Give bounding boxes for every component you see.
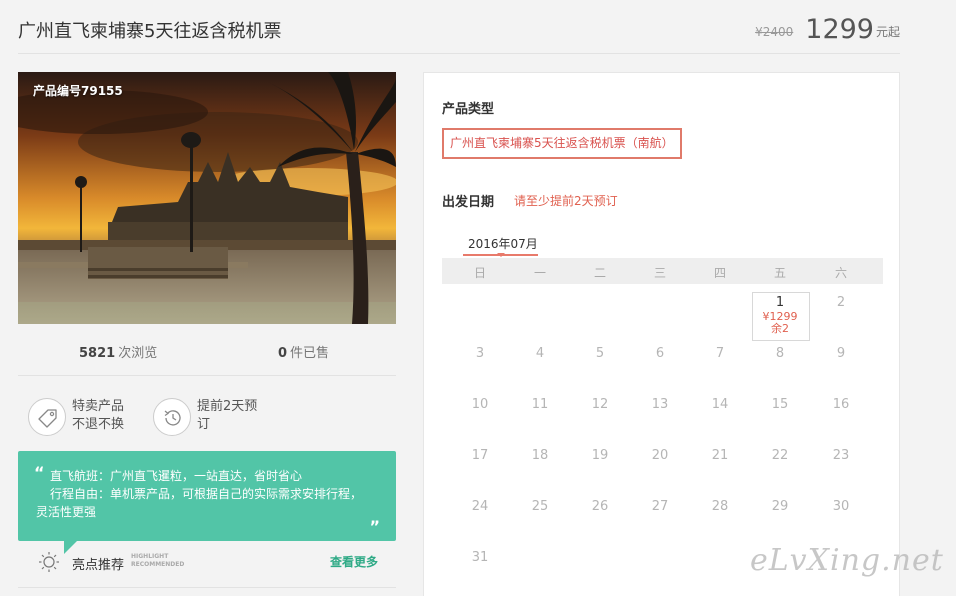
- calendar-day[interactable]: 21: [690, 448, 750, 463]
- weekday-mon: 一: [533, 266, 546, 280]
- views-label: 次浏览: [118, 346, 158, 361]
- highlight-quote-card: “ 直飞航班：广州直飞暹粒，一站直达，省时省心 行程自由：单机票产品，可根据自己…: [18, 451, 396, 541]
- calendar-day[interactable]: 10: [450, 397, 510, 412]
- calendar-day[interactable]: 18: [510, 448, 570, 463]
- close-quote-icon: ”: [369, 517, 380, 536]
- calendar-day[interactable]: 6: [630, 346, 690, 361]
- calendar-day[interactable]: 19: [570, 448, 630, 463]
- calendar-day[interactable]: 13: [630, 397, 690, 412]
- calendar-day[interactable]: 24: [450, 499, 510, 514]
- page-header: 广州直飞柬埔寨5天往返含税机票 ¥2400 1299 元起: [18, 0, 900, 54]
- view-more-link[interactable]: 查看更多: [330, 553, 378, 570]
- calendar-day[interactable]: 14: [690, 397, 750, 412]
- sold-stat: 0 件已售: [278, 342, 329, 361]
- weekday-fri: 五: [773, 266, 786, 280]
- product-type-label: 产品类型: [442, 102, 495, 117]
- weekday-sun: 日: [473, 266, 486, 280]
- feature-text: 提前2天预 订: [197, 398, 287, 434]
- calendar-day[interactable]: 30: [811, 499, 871, 514]
- calendar-day[interactable]: 12: [570, 397, 630, 412]
- calendar-day[interactable]: 8: [750, 346, 810, 361]
- weekday-tue: 二: [593, 266, 606, 280]
- highlight-section-header: 亮点推荐 HIGHLIGHT RECOMMENDED 查看更多: [18, 548, 396, 588]
- calendar-day-number[interactable]: 1: [750, 295, 810, 310]
- calendar-weekday-header: 日 一 二 三 四 五 六: [442, 258, 883, 284]
- feature-text: 特卖产品 不退不换: [72, 398, 162, 434]
- calendar-day[interactable]: 3: [450, 346, 510, 361]
- price-unit: 元起: [875, 25, 900, 39]
- hero-image[interactable]: 产品编号79155: [18, 72, 396, 324]
- page-title: 广州直飞柬埔寨5天往返含税机票: [18, 21, 282, 42]
- calendar-day[interactable]: 25: [510, 499, 570, 514]
- quote-line: 直飞航班：广州直飞暹粒，一站直达，省时省心: [50, 469, 303, 483]
- calendar-day[interactable]: 26: [570, 499, 630, 514]
- highlight-title: 亮点推荐: [72, 558, 125, 573]
- product-code-label: 产品编号79155: [33, 84, 123, 98]
- clock-history-icon: [153, 398, 191, 436]
- advance-booking-note: 请至少提前2天预订: [514, 194, 618, 208]
- views-count: 5821: [79, 346, 116, 361]
- views-stat: 5821 次浏览: [79, 342, 157, 361]
- feature-list: 特卖产品 不退不换 提前2天预 订: [18, 376, 396, 450]
- product-type-option-selected[interactable]: 广州直飞柬埔寨5天往返含税机票（南航）: [442, 128, 682, 159]
- tag-icon: [28, 398, 66, 436]
- sold-count: 0: [278, 346, 288, 361]
- month-tab-caret-icon: [497, 253, 505, 257]
- calendar-day-remaining: 余2: [771, 322, 789, 335]
- calendar-day[interactable]: 23: [811, 448, 871, 463]
- calendar-day[interactable]: 15: [750, 397, 810, 412]
- calendar-day[interactable]: 4: [510, 346, 570, 361]
- quote-line: 行程自由：单机票产品，可根据自己的实际需求安排行程，: [50, 487, 363, 501]
- calendar-day[interactable]: 27: [630, 499, 690, 514]
- calendar-day[interactable]: 29: [750, 499, 810, 514]
- calendar-day[interactable]: 31: [450, 550, 510, 565]
- calendar-day[interactable]: 5: [570, 346, 630, 361]
- feature-line2: 不退不换: [72, 417, 125, 432]
- weekday-thu: 四: [713, 266, 726, 280]
- stats-bar: 5821 次浏览 0 件已售: [18, 324, 396, 376]
- calendar-day[interactable]: 9: [811, 346, 871, 361]
- angkor-wat-photo: [18, 72, 396, 324]
- weekday-wed: 三: [653, 266, 666, 280]
- calendar-day[interactable]: 20: [630, 448, 690, 463]
- weekday-sat: 六: [834, 266, 847, 280]
- price-box: ¥2400 1299 元起: [755, 14, 900, 45]
- sun-icon: [39, 552, 59, 572]
- highlight-subtitle: HIGHLIGHT RECOMMENDED: [131, 553, 184, 569]
- current-price: 1299: [805, 14, 874, 45]
- site-watermark: eLvXing.net: [750, 543, 944, 578]
- original-price: ¥2400: [755, 25, 794, 39]
- feature-line1: 特卖产品: [72, 399, 125, 414]
- calendar-day[interactable]: 17: [450, 448, 510, 463]
- feature-line2: 订: [197, 417, 211, 432]
- left-column: 产品编号79155 5821 次浏览 0 件已售 特卖产品 不退不换 提前2天预…: [18, 72, 396, 588]
- calendar-day[interactable]: 7: [690, 346, 750, 361]
- booking-panel: 产品类型 广州直飞柬埔寨5天往返含税机票（南航） 出发日期 请至少提前2天预订 …: [423, 72, 900, 596]
- calendar-day[interactable]: 2: [811, 295, 871, 310]
- calendar-day[interactable]: 22: [750, 448, 810, 463]
- departure-date-label: 出发日期: [442, 195, 495, 210]
- sold-label: 件已售: [290, 346, 330, 361]
- quote-line: 灵活性更强: [36, 505, 97, 519]
- product-page: 广州直飞柬埔寨5天往返含税机票 ¥2400 1299 元起 产品编号79155 …: [0, 0, 956, 596]
- highlight-subtitle-line: HIGHLIGHT: [131, 553, 169, 560]
- calendar-day[interactable]: 28: [690, 499, 750, 514]
- calendar-day[interactable]: 11: [510, 397, 570, 412]
- calendar-day[interactable]: 16: [811, 397, 871, 412]
- highlight-subtitle-line: RECOMMENDED: [131, 561, 185, 568]
- open-quote-icon: “: [34, 463, 45, 482]
- feature-line1: 提前2天预: [197, 399, 258, 414]
